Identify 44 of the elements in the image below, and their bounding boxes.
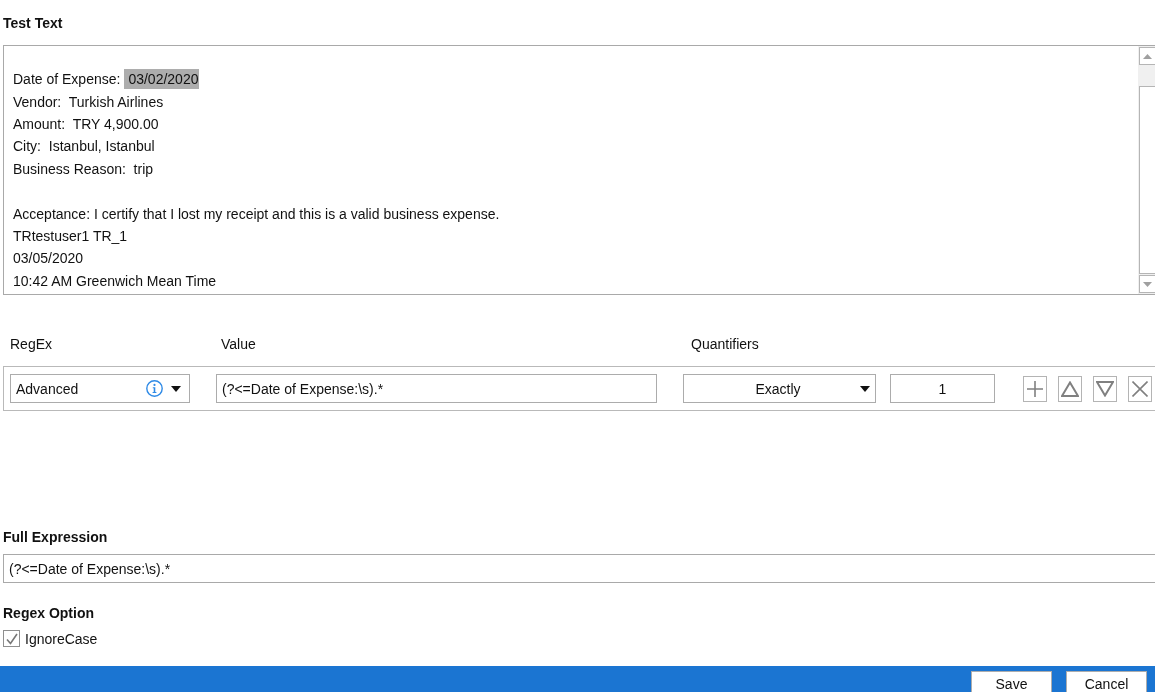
column-header: RegEx — [10, 335, 53, 353]
section-title: Regex Option — [3, 604, 94, 622]
text-line: 10:42 AM Greenwich Mean Time — [13, 271, 217, 291]
text-line: 03/05/2020 — [13, 249, 84, 269]
value-input[interactable]: (?<=Date of Expense:\s).* — [216, 374, 657, 403]
triangle-down-icon — [1096, 380, 1114, 397]
scroll-up-arrow-icon — [1143, 53, 1152, 59]
full-expression-input[interactable]: (?<=Date of Expense:\s).* — [3, 554, 1155, 583]
cancel-button[interactable]: Cancel — [1066, 671, 1147, 692]
scrollbar-thumb[interactable] — [1139, 86, 1155, 274]
remove-button[interactable] — [1128, 375, 1152, 402]
checkmark-icon — [5, 632, 18, 645]
selected-text: 03/02/2020 — [124, 69, 200, 90]
text-line: Acceptance: I certify that I lost my receipt and this is a valid business expense. — [13, 204, 500, 224]
scrollbar[interactable] — [1138, 46, 1155, 294]
text-line: City: Istanbul, Istanbul — [13, 137, 155, 157]
plus-icon — [1027, 380, 1043, 397]
caret-icon — [860, 386, 870, 392]
regex-type-dropdown[interactable]: Advanced — [10, 374, 190, 403]
text-line: Date of Expense: — [13, 70, 121, 90]
section-title: Full Expression — [3, 528, 108, 546]
column-header: Value — [221, 335, 256, 353]
checkbox[interactable] — [3, 630, 20, 647]
text-line: TRtestuser1 TR_1 — [13, 226, 128, 246]
move-up-button[interactable] — [1058, 375, 1082, 402]
close-icon — [1132, 380, 1148, 397]
section-title: Test Text — [3, 14, 63, 32]
save-button[interactable]: Save — [971, 671, 1052, 692]
scroll-up-button[interactable] — [1139, 47, 1155, 65]
text-line: Vendor: Turkish Airlines — [13, 92, 164, 112]
scroll-down-arrow-icon — [1143, 281, 1152, 287]
move-down-button[interactable] — [1093, 375, 1117, 402]
checkbox-label: IgnoreCase — [25, 630, 98, 647]
count-input[interactable]: 1 — [890, 374, 995, 403]
column-header: Quantifiers — [691, 335, 759, 353]
add-button[interactable] — [1023, 375, 1047, 402]
test-text-area[interactable] — [3, 45, 1155, 295]
triangle-up-icon — [1061, 380, 1079, 397]
scroll-down-button[interactable] — [1139, 275, 1155, 293]
quantifier-dropdown[interactable]: Exactly — [683, 374, 876, 403]
info-icon — [146, 380, 163, 397]
text-line: Business Reason: trip — [13, 159, 154, 179]
text-line: Amount: TRY 4,900.00 — [13, 114, 159, 134]
caret-icon — [171, 385, 181, 392]
